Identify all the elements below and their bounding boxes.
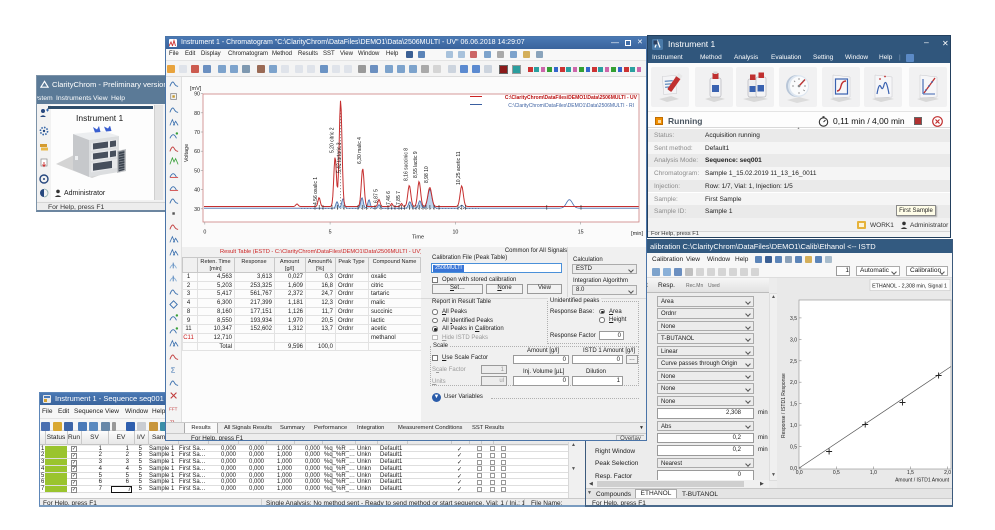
svg-text:2,0: 2,0 (790, 380, 797, 386)
svg-text:1,5: 1,5 (790, 402, 797, 408)
svg-text:FFT: FFT (169, 407, 177, 412)
svg-text:10,25 acetic 11: 10,25 acetic 11 (456, 151, 462, 185)
svg-text:6,87 5: 6,87 5 (373, 189, 379, 203)
svg-text:15: 15 (578, 230, 584, 236)
svg-text:1,0: 1,0 (790, 423, 797, 429)
svg-text:ETHANOL - 2,308 min, Signal 1: ETHANOL - 2,308 min, Signal 1 (872, 284, 947, 290)
svg-text:70: 70 (194, 130, 200, 136)
svg-text:Σ: Σ (171, 365, 176, 374)
svg-text:80: 80 (194, 111, 200, 117)
svg-text:[min]: [min] (631, 231, 643, 237)
svg-text:90: 90 (194, 92, 200, 98)
svg-text:2,0: 2,0 (944, 470, 951, 476)
svg-text:Response / ISTD1 Response: Response / ISTD1 Response (781, 373, 787, 438)
svg-text:0,5: 0,5 (790, 445, 797, 451)
svg-text:0,0: 0,0 (796, 470, 803, 476)
svg-text:5,20 citric 2: 5,20 citric 2 (329, 127, 335, 153)
svg-text:60: 60 (194, 149, 200, 155)
svg-text:8,55 lactic 9: 8,55 lactic 9 (413, 151, 419, 178)
svg-text:C:\ClarityChrom\DataFiles\DEMO: C:\ClarityChrom\DataFiles\DEMO1\Data\250… (505, 95, 638, 101)
svg-text:5: 5 (329, 230, 332, 236)
svg-text:1,5: 1,5 (907, 470, 914, 476)
svg-text:5,42 tartaric 3: 5,42 tartaric 3 (337, 142, 343, 173)
svg-text:8,16 succinic 8: 8,16 succinic 8 (403, 148, 409, 181)
svg-text:30: 30 (194, 207, 200, 213)
svg-text:10: 10 (452, 230, 458, 236)
svg-text:1,0: 1,0 (870, 470, 877, 476)
svg-text:8,98 10: 8,98 10 (424, 166, 430, 183)
svg-text:40: 40 (194, 188, 200, 194)
svg-text:C:\ClarityChrom\DataFiles\DEMO: C:\ClarityChrom\DataFiles\DEMO1\Data\250… (508, 103, 634, 109)
svg-text:Time: Time (412, 235, 424, 241)
svg-text:3,0: 3,0 (790, 337, 797, 343)
svg-text:3,5: 3,5 (790, 316, 797, 322)
svg-text:7,85 7: 7,85 7 (396, 191, 402, 205)
svg-text:0: 0 (203, 230, 206, 236)
svg-text:6,30 malic 4: 6,30 malic 4 (357, 137, 363, 164)
svg-text:Voltage: Voltage (184, 144, 190, 162)
svg-text:2,5: 2,5 (790, 359, 797, 365)
svg-text:4,56 oxalic 1: 4,56 oxalic 1 (313, 177, 319, 205)
svg-text:50: 50 (194, 168, 200, 174)
svg-text:0,5: 0,5 (833, 470, 840, 476)
svg-text:7,46 6: 7,46 6 (386, 191, 392, 205)
svg-text:Amount / ISTD1 Amount: Amount / ISTD1 Amount (895, 478, 950, 484)
svg-text:[mV]: [mV] (190, 86, 202, 92)
